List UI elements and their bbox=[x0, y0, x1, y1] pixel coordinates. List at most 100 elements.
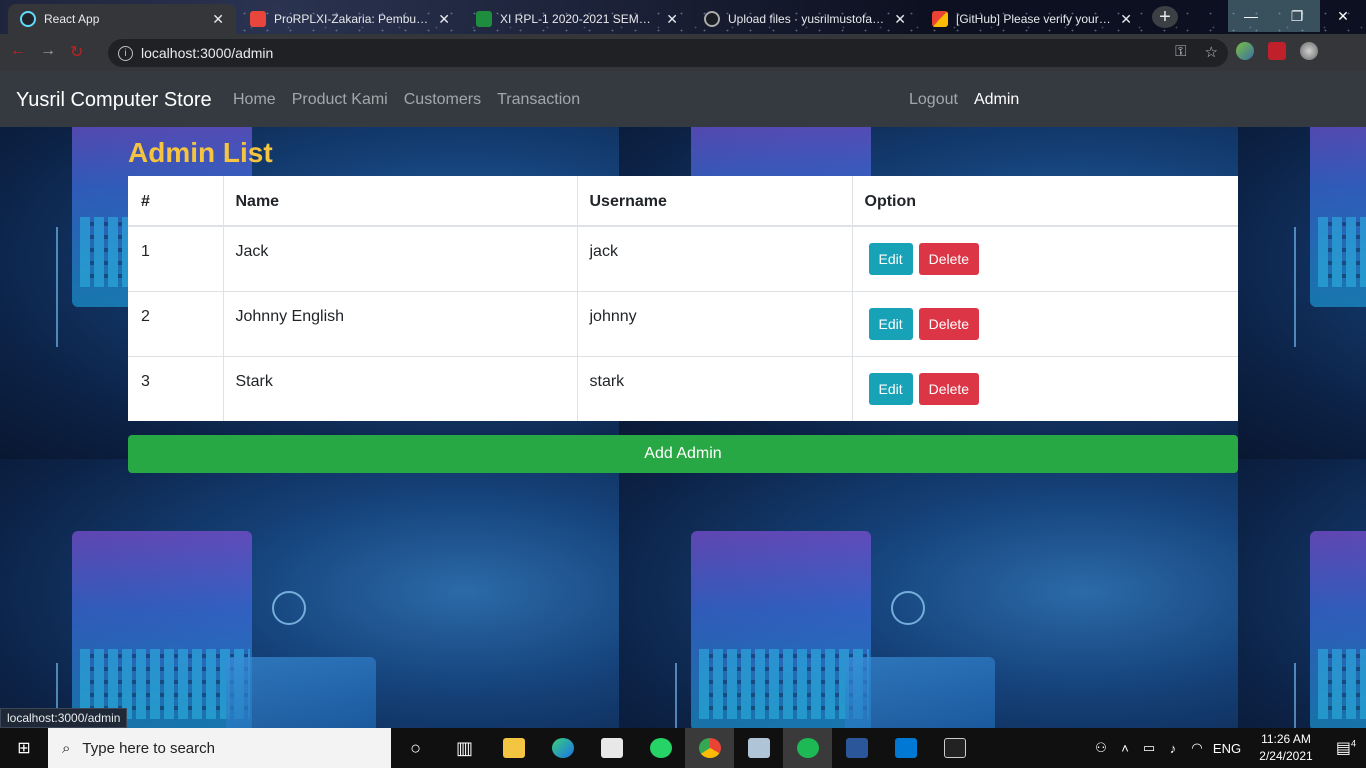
cell-number: 2 bbox=[128, 291, 223, 357]
notes-icon[interactable] bbox=[734, 728, 783, 768]
whatsapp-icon[interactable] bbox=[636, 728, 685, 768]
close-icon[interactable]: ✕ bbox=[212, 11, 224, 28]
add-admin-button[interactable]: Add Admin bbox=[128, 435, 1238, 473]
tab-gmail[interactable]: [GitHub] Please verify your dev ✕ bbox=[920, 4, 1144, 34]
nav-customers[interactable]: Customers bbox=[404, 91, 481, 109]
column-header-name: Name bbox=[222, 176, 577, 227]
nav-right-links: Logout Admin bbox=[909, 91, 1019, 109]
clock-time: 11:26 AM bbox=[1261, 732, 1311, 746]
table-row: 1 Jack jack Edit Delete bbox=[128, 225, 1238, 292]
nav-links: Home Product Kami Customers Transaction bbox=[233, 91, 580, 109]
cell-options: Edit Delete bbox=[851, 356, 1238, 421]
terminal-icon[interactable] bbox=[930, 728, 979, 768]
delete-button[interactable]: Delete bbox=[918, 308, 980, 340]
store-icon[interactable] bbox=[587, 728, 636, 768]
close-icon[interactable]: ✕ bbox=[666, 11, 678, 28]
taskbar-apps: ○ ▥ bbox=[391, 728, 979, 768]
table-row: 3 Stark stark Edit Delete bbox=[128, 356, 1238, 421]
word-icon[interactable] bbox=[832, 728, 881, 768]
nav-logout[interactable]: Logout bbox=[909, 91, 958, 109]
browser-tabstrip: React App ✕ ProRPLXI-Zakaria: Pembuatan … bbox=[0, 0, 1366, 34]
tab-github-upload[interactable]: Upload files · yusrilmustofa/To ✕ bbox=[692, 4, 918, 34]
notification-count: 4 bbox=[1351, 738, 1357, 749]
people-icon[interactable]: ⚇ bbox=[1090, 740, 1112, 756]
cell-name: Johnny English bbox=[222, 291, 577, 357]
extension-icon[interactable] bbox=[1236, 42, 1254, 60]
cell-name: Stark bbox=[222, 356, 577, 421]
nav-buttons: ← → ↻ bbox=[10, 42, 83, 62]
web-page: Yusril Computer Store Home Product Kami … bbox=[0, 71, 1366, 728]
address-url: localhost:3000/admin bbox=[141, 45, 274, 61]
close-icon[interactable]: ✕ bbox=[894, 11, 906, 28]
background-illustration bbox=[1238, 459, 1366, 728]
cell-username: stark bbox=[576, 356, 852, 421]
edge-icon[interactable] bbox=[538, 728, 587, 768]
delete-button[interactable]: Delete bbox=[918, 243, 980, 275]
back-arrow-icon[interactable]: ← bbox=[10, 42, 26, 62]
forward-arrow-icon[interactable]: → bbox=[40, 42, 56, 62]
cell-number: 1 bbox=[128, 225, 223, 292]
tab-title: [GitHub] Please verify your dev bbox=[956, 12, 1113, 26]
info-icon[interactable]: i bbox=[118, 45, 133, 61]
nav-home[interactable]: Home bbox=[233, 91, 276, 109]
edit-button[interactable]: Edit bbox=[868, 373, 913, 405]
close-icon[interactable]: ✕ bbox=[438, 11, 450, 28]
cell-options: Edit Delete bbox=[851, 291, 1238, 357]
tab-classroom[interactable]: XI RPL-1 2020-2021 SEMANGAT ✕ bbox=[464, 4, 690, 34]
battery-icon[interactable]: ▭ bbox=[1138, 740, 1160, 756]
tab-title: React App bbox=[44, 12, 100, 26]
notification-icon[interactable]: ▤4 bbox=[1326, 738, 1366, 758]
restore-icon[interactable]: ❐ bbox=[1274, 0, 1320, 32]
github-icon bbox=[704, 11, 720, 27]
admin-table-container: # Name Username Option 1 Jack jack Edit D… bbox=[128, 176, 1238, 421]
cortana-icon[interactable]: ○ bbox=[391, 728, 440, 768]
tab-prorpl[interactable]: ProRPLXI-Zakaria: Pembuatan ✕ bbox=[238, 4, 462, 34]
page-title: Admin List bbox=[128, 137, 273, 168]
vscode-icon[interactable] bbox=[881, 728, 930, 768]
task-view-icon[interactable]: ▥ bbox=[440, 728, 489, 768]
close-icon[interactable]: ✕ bbox=[1120, 11, 1132, 28]
tab-title: Upload files · yusrilmustofa/To bbox=[728, 12, 887, 26]
column-header-number: # bbox=[128, 176, 223, 227]
language-indicator[interactable]: ENG bbox=[1210, 741, 1244, 756]
file-explorer-icon[interactable] bbox=[489, 728, 538, 768]
address-bar[interactable]: i localhost:3000/admin ⚿ ☆ bbox=[108, 39, 1228, 67]
new-tab-button[interactable]: + bbox=[1152, 6, 1178, 28]
background-illustration bbox=[619, 459, 1238, 728]
nav-product-kami[interactable]: Product Kami bbox=[292, 91, 388, 109]
table-header-row: # Name Username Option bbox=[128, 176, 1238, 227]
avatar[interactable] bbox=[1300, 42, 1318, 60]
wifi-icon[interactable]: ◠ bbox=[1186, 740, 1208, 756]
table-row: 2 Johnny English johnny Edit Delete bbox=[128, 291, 1238, 357]
tab-react-app[interactable]: React App ✕ bbox=[8, 4, 236, 34]
chrome-icon[interactable] bbox=[685, 728, 734, 768]
delete-button[interactable]: Delete bbox=[918, 373, 980, 405]
react-icon bbox=[20, 11, 36, 27]
nav-transaction[interactable]: Transaction bbox=[497, 91, 580, 109]
search-icon: ⌕ bbox=[62, 739, 71, 757]
chevron-up-icon[interactable]: ˄ bbox=[1114, 741, 1136, 756]
column-header-option: Option bbox=[851, 176, 1238, 227]
system-tray: ⚇ ˄ ▭ ♪ ◠ ENG 11:26 AM 2/24/2021 ▤4 bbox=[1090, 728, 1366, 768]
nav-admin[interactable]: Admin bbox=[974, 91, 1019, 109]
window-close-icon[interactable]: ✕ bbox=[1320, 0, 1366, 32]
cell-number: 3 bbox=[128, 356, 223, 421]
edit-button[interactable]: Edit bbox=[868, 308, 913, 340]
windows-start-icon[interactable]: ⊞ bbox=[0, 728, 48, 768]
minimize-icon[interactable]: — bbox=[1228, 0, 1274, 32]
cell-username: jack bbox=[576, 225, 852, 292]
key-icon[interactable]: ⚿ bbox=[1175, 43, 1186, 61]
edit-button[interactable]: Edit bbox=[868, 243, 913, 275]
volume-icon[interactable]: ♪ bbox=[1162, 741, 1184, 756]
star-icon[interactable]: ☆ bbox=[1205, 43, 1218, 61]
cell-username: johnny bbox=[576, 291, 852, 357]
puzzle-icon[interactable] bbox=[1268, 42, 1286, 60]
reload-icon[interactable]: ↻ bbox=[70, 42, 83, 62]
spotify-icon[interactable] bbox=[783, 728, 832, 768]
clock[interactable]: 11:26 AM 2/24/2021 bbox=[1246, 731, 1326, 765]
brand-logo-text[interactable]: Yusril Computer Store bbox=[16, 89, 212, 112]
tab-title: XI RPL-1 2020-2021 SEMANGAT bbox=[500, 12, 658, 26]
omnibox-actions: ⚿ ☆ bbox=[1175, 43, 1218, 61]
background-illustration bbox=[0, 459, 619, 728]
taskbar-search[interactable]: ⌕ Type here to search bbox=[48, 728, 391, 768]
